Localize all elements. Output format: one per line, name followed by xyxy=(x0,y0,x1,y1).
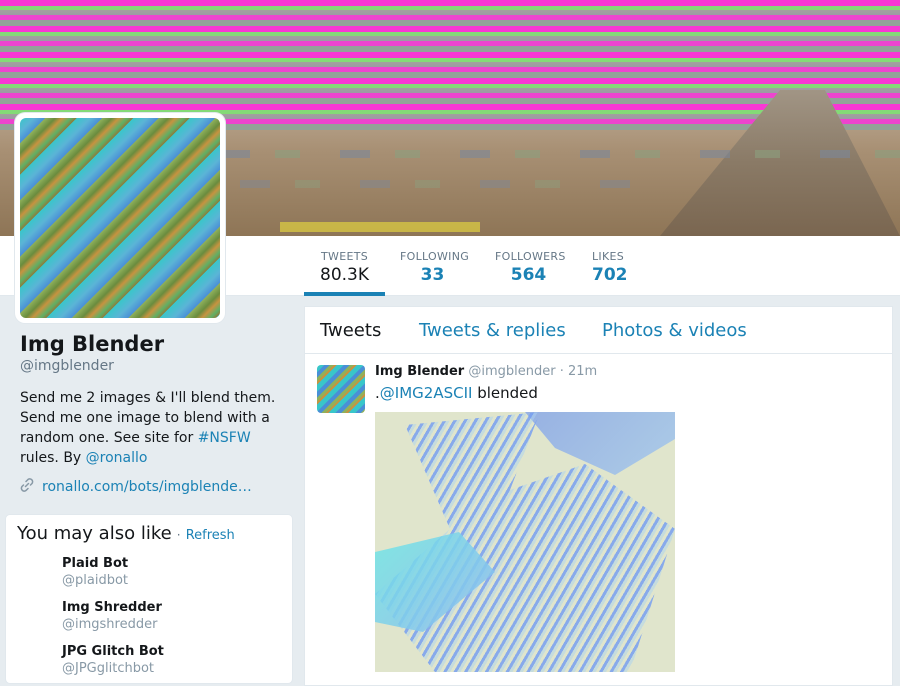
separator-dot: · xyxy=(559,364,564,379)
banner-glitch-band xyxy=(240,180,640,188)
banner-glitch-band xyxy=(280,222,480,232)
banner-glitch-band xyxy=(220,150,900,158)
bio-hashtag-link[interactable]: #NSFW xyxy=(198,430,251,446)
profile-bio: Send me 2 images & I'll blend them. Send… xyxy=(20,388,280,468)
timeline: Tweets Tweets & replies Photos & videos … xyxy=(304,306,893,686)
suggestions-title: You may also like xyxy=(17,523,172,544)
profile-card: Img Blender @imgblender Send me 2 images… xyxy=(20,332,280,496)
tweet-media-image[interactable] xyxy=(375,412,675,672)
suggestion-handle: @imgshredder xyxy=(62,617,158,632)
suggestion-item[interactable]: JPG Glitch Bot @JPGglitchbot xyxy=(62,644,281,676)
stat-followers[interactable]: Followers 564 xyxy=(480,236,577,295)
stat-value: 33 xyxy=(420,265,445,285)
stat-label: Following xyxy=(400,250,470,263)
profile-avatar[interactable] xyxy=(15,113,225,323)
link-icon xyxy=(20,478,34,496)
tweet[interactable]: Img Blender @imgblender · 21m .@IMG2ASCI… xyxy=(305,354,892,684)
refresh-link[interactable]: Refresh xyxy=(186,528,235,543)
tweet-text: .@IMG2ASCII blended xyxy=(375,384,538,402)
tweet-timestamp[interactable]: 21m xyxy=(568,364,597,379)
separator-dot: · xyxy=(176,528,181,542)
tweet-text-suffix: blended xyxy=(472,384,538,402)
suggestion-name[interactable]: JPG Glitch Bot xyxy=(62,644,281,659)
tweet-mention-link[interactable]: @IMG2ASCII xyxy=(380,384,473,402)
suggestion-name[interactable]: Img Shredder xyxy=(62,600,281,615)
stat-following[interactable]: Following 33 xyxy=(385,236,480,295)
stat-tweets[interactable]: Tweets 80.3K xyxy=(304,236,385,296)
stat-label: Followers xyxy=(495,250,566,263)
suggestion-name[interactable]: Plaid Bot xyxy=(62,556,281,571)
bio-author-link[interactable]: @ronallo xyxy=(86,450,148,466)
stat-value: 80.3K xyxy=(320,265,369,285)
tweet-author-handle[interactable]: @imgblender xyxy=(468,364,555,379)
bio-text: rules. By xyxy=(20,450,86,466)
stat-value: 564 xyxy=(510,265,547,285)
tweet-avatar[interactable] xyxy=(317,365,365,413)
suggestions-module: You may also like · Refresh Plaid Bot @p… xyxy=(5,514,293,684)
stat-likes[interactable]: Likes 702 xyxy=(577,236,639,295)
profile-name[interactable]: Img Blender xyxy=(20,332,280,356)
suggestion-item[interactable]: Img Shredder @imgshredder xyxy=(62,600,281,632)
avatar-image xyxy=(20,118,220,318)
profile-url-link[interactable]: ronallo.com/bots/imgblende… xyxy=(42,479,252,495)
stat-label: Likes xyxy=(592,250,625,263)
profile-url-row: ronallo.com/bots/imgblende… xyxy=(20,478,280,496)
tweet-author-name[interactable]: Img Blender xyxy=(375,364,464,379)
timeline-tabs: Tweets Tweets & replies Photos & videos xyxy=(305,307,892,354)
stat-label: Tweets xyxy=(321,250,368,263)
stat-value: 702 xyxy=(592,265,628,285)
tweet-header: Img Blender @imgblender · 21m xyxy=(375,364,597,379)
suggestion-item[interactable]: Plaid Bot @plaidbot xyxy=(62,556,281,588)
suggestion-handle: @JPGglitchbot xyxy=(62,661,155,676)
profile-handle[interactable]: @imgblender xyxy=(20,358,280,374)
tab-tweets-replies[interactable]: Tweets & replies xyxy=(419,320,566,341)
tab-tweets[interactable]: Tweets xyxy=(320,320,381,341)
suggestion-handle: @plaidbot xyxy=(62,573,128,588)
tab-photos-videos[interactable]: Photos & videos xyxy=(602,320,747,341)
